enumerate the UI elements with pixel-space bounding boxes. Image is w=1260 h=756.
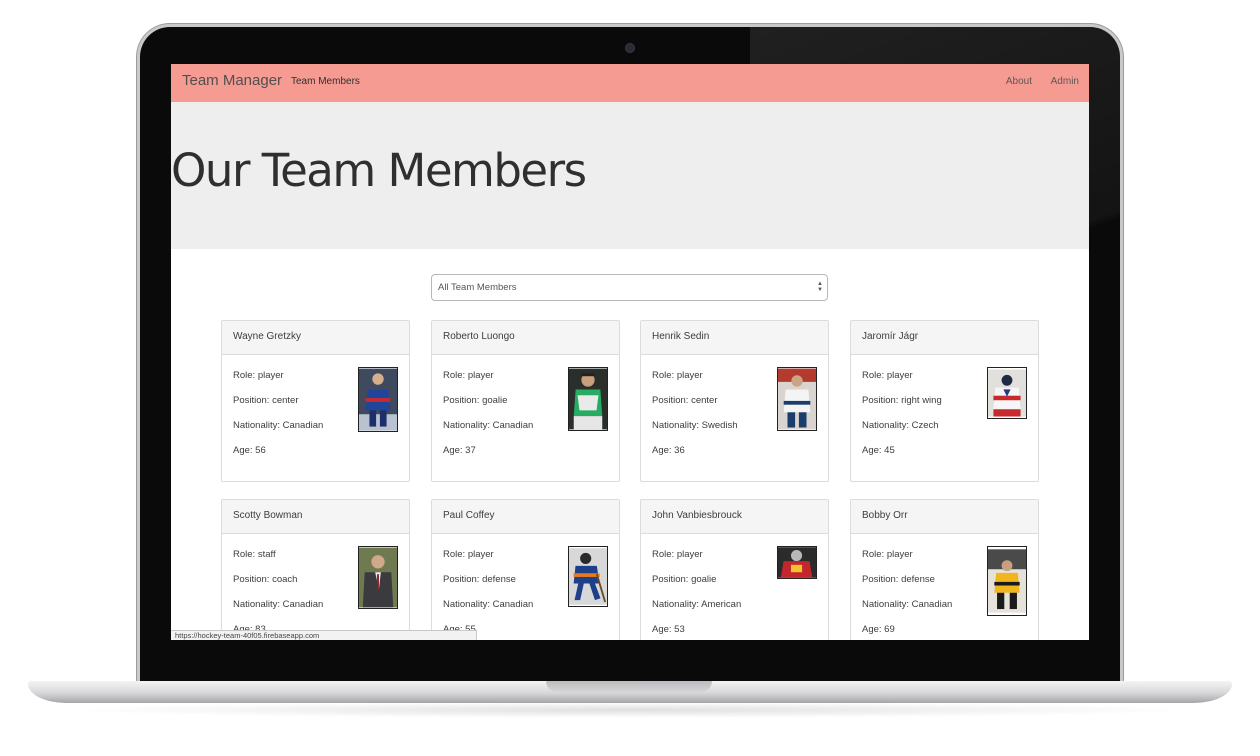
member-card[interactable]: Henrik Sedin Role: player Position: cent… [640,320,829,482]
member-card[interactable]: Bobby Orr Role: player Position: defense… [850,499,1039,640]
member-photo [358,367,398,432]
filter-selected-value: All Team Members [438,282,517,293]
member-position: Position: coach [233,574,298,585]
nav-team-members-link[interactable]: Team Members [291,76,360,87]
member-card[interactable]: Scotty Bowman Role: staff Position: coac… [221,499,410,640]
member-name: Jaromír Jágr [851,321,1038,355]
member-photo [777,367,817,431]
member-age: Age: 45 [862,445,895,456]
member-card[interactable]: Wayne Gretzky Role: player Position: cen… [221,320,410,482]
member-card[interactable]: Jaromír Jágr Role: player Position: righ… [850,320,1039,482]
member-nationality: Nationality: Czech [862,420,939,431]
browser-viewport: Team Manager Team Members About Admin Ou… [171,64,1089,640]
member-role: Role: player [443,370,494,381]
status-bar-url: https://hockey-team-40f05.firebaseapp.co… [171,630,477,640]
select-arrows-icon: ▲ ▼ [817,281,823,293]
member-nationality: Nationality: American [652,599,742,610]
member-position: Position: center [233,395,299,406]
member-position: Position: goalie [652,574,717,585]
member-position: Position: defense [443,574,516,585]
member-photo [568,367,608,431]
member-position: Position: defense [862,574,935,585]
member-name: Scotty Bowman [222,500,409,534]
member-position: Position: goalie [443,395,508,406]
brand-link[interactable]: Team Manager [182,72,282,89]
member-card[interactable]: Paul Coffey Role: player Position: defen… [431,499,620,640]
laptop-notch [546,681,712,692]
member-name: Henrik Sedin [641,321,828,355]
member-role: Role: player [652,370,703,381]
member-card[interactable]: John Vanbiesbrouck Role: player Position… [640,499,829,640]
member-photo [568,546,608,607]
member-name: Bobby Orr [851,500,1038,534]
laptop-base [28,681,1232,703]
member-age: Age: 36 [652,445,685,456]
member-role: Role: player [862,370,913,381]
member-name: John Vanbiesbrouck [641,500,828,534]
member-nationality: Nationality: Canadian [233,420,324,431]
nav-about-link[interactable]: About [1006,76,1032,87]
member-name: Wayne Gretzky [222,321,409,355]
member-name: Paul Coffey [432,500,619,534]
member-photo [358,546,398,609]
laptop-shadow [60,702,1200,718]
member-age: Age: 53 [652,624,685,635]
member-role: Role: player [652,549,703,560]
member-filter-select[interactable]: All Team Members ▲ ▼ [431,274,828,301]
navbar: Team Manager Team Members About Admin [171,64,1089,102]
member-age: Age: 69 [862,624,895,635]
member-nationality: Nationality: Canadian [862,599,953,610]
member-position: Position: right wing [862,395,942,406]
member-nationality: Nationality: Canadian [443,599,534,610]
member-age: Age: 37 [443,445,476,456]
webcam [626,44,634,52]
member-role: Role: player [443,549,494,560]
member-role: Role: player [862,549,913,560]
member-role: Role: staff [233,549,276,560]
jumbotron: Our Team Members [171,102,1089,249]
member-nationality: Nationality: Swedish [652,420,738,431]
member-photo [987,367,1027,419]
page-title: Our Team Members [171,144,587,197]
member-role: Role: player [233,370,284,381]
nav-admin-link[interactable]: Admin [1051,76,1079,87]
member-name: Roberto Luongo [432,321,619,355]
member-card[interactable]: Roberto Luongo Role: player Position: go… [431,320,620,482]
member-nationality: Nationality: Canadian [233,599,324,610]
member-photo [987,546,1027,616]
member-position: Position: center [652,395,718,406]
member-age: Age: 56 [233,445,266,456]
member-nationality: Nationality: Canadian [443,420,534,431]
member-photo [777,546,817,579]
